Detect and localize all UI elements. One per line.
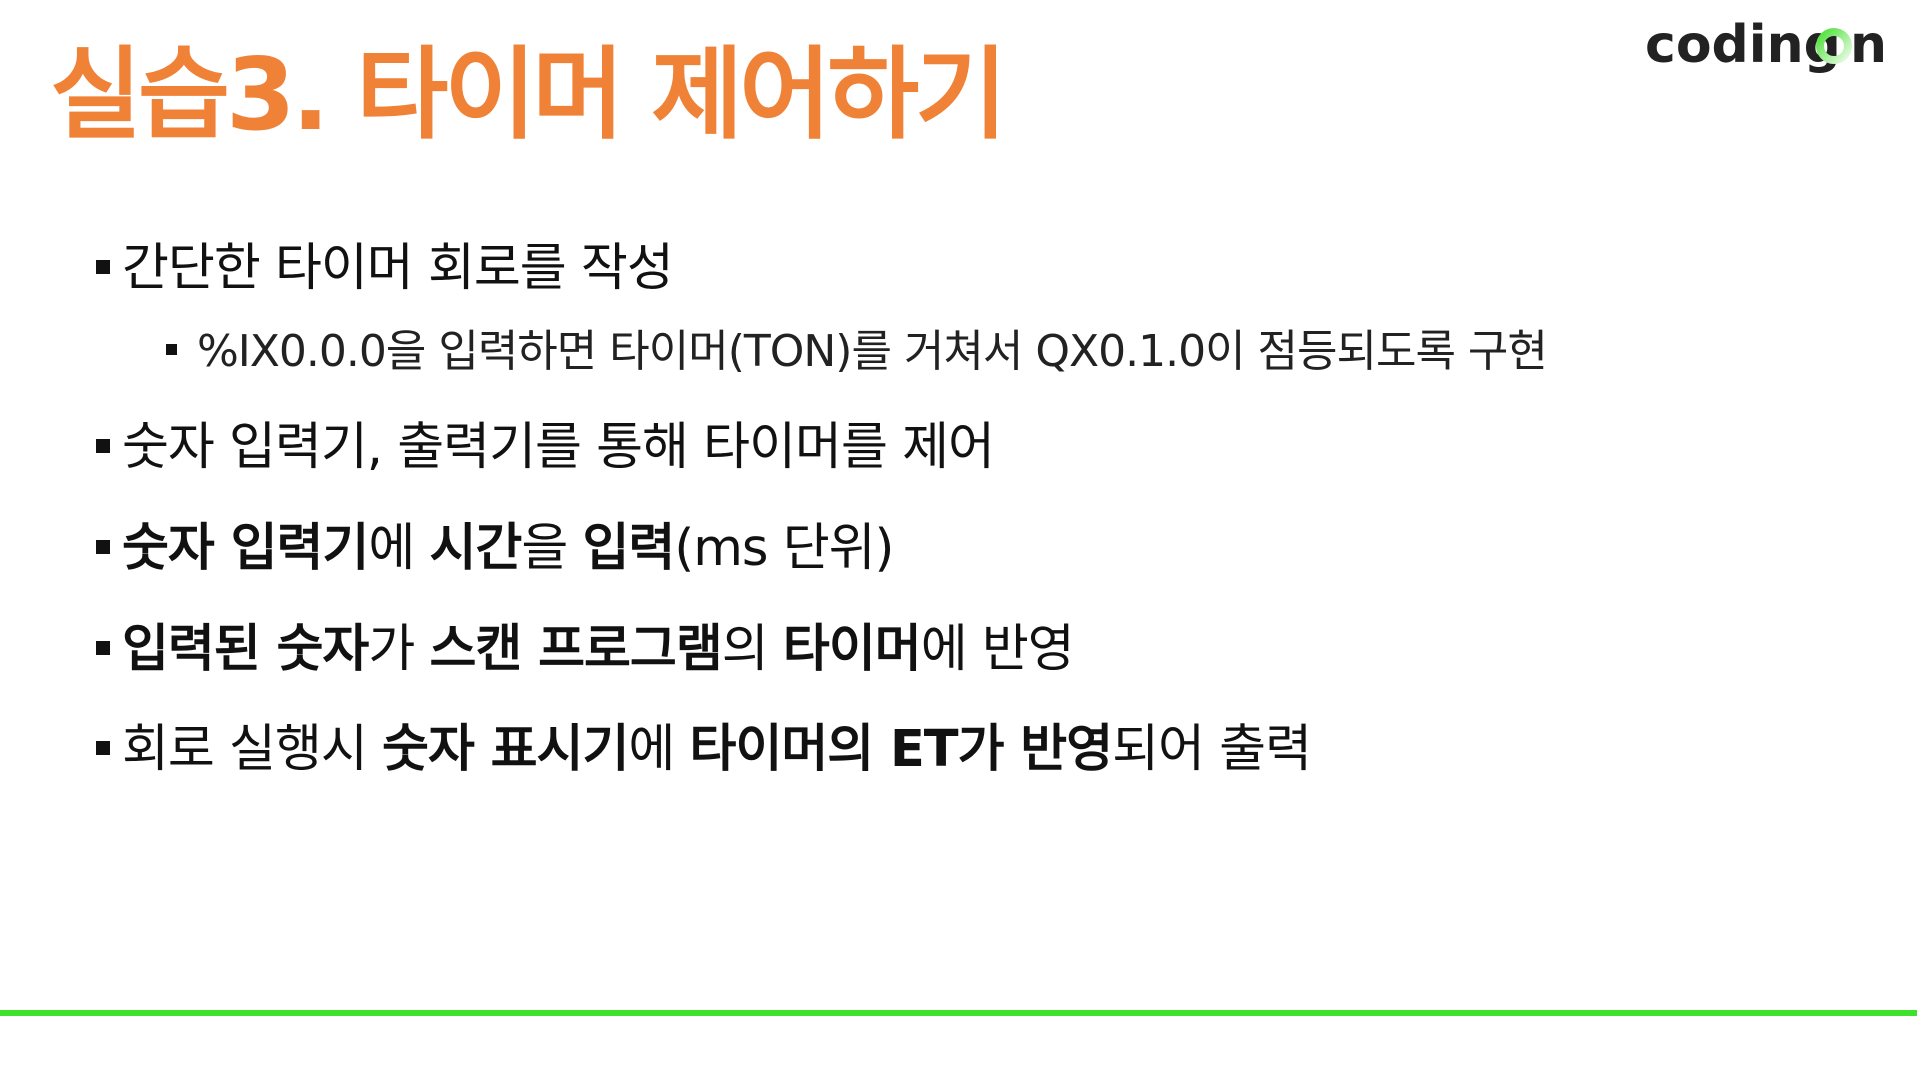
bullet-1-text: 간단한 타이머 회로를 작성 xyxy=(122,239,674,298)
bullet-marker xyxy=(96,540,110,554)
bullet-marker xyxy=(96,260,110,274)
bullet-marker xyxy=(96,439,110,453)
bullet-list: 간단한 타이머 회로를 작성 %IX0.0.0을 입력하면 타이머(TON)를 … xyxy=(0,0,1917,1000)
bullet-3-normal-3: (ms 단위) xyxy=(674,519,894,578)
bullet-2: 숫자 입력기, 출력기를 통해 타이머를 제어 xyxy=(96,405,995,479)
bullet-5-bold-1: 숫자 표시기 xyxy=(382,720,629,779)
bullet-5-bold-2: 타이머의 ET가 반영 xyxy=(689,720,1114,779)
bullet-5-normal-3: 되어 출력 xyxy=(1112,720,1312,779)
bullet-4-bold-2: 스캔 프로그램 xyxy=(429,620,723,679)
bullet-2-text: 숫자 입력기, 출력기를 통해 타이머를 제어 xyxy=(122,418,995,477)
bullet-marker xyxy=(96,641,110,655)
bullet-4-normal-3: 에 반영 xyxy=(920,620,1075,679)
sub-bullet-1-1: %IX0.0.0을 입력하면 타이머(TON)를 거쳐서 QX0.1.0이 점등… xyxy=(166,315,1548,379)
bullet-5-normal-2: 에 xyxy=(628,720,690,779)
bullet-5: 회로 실행시 숫자 표시기에 타이머의 ET가 반영되어 출력 xyxy=(96,707,1312,781)
bullet-3-bold-3: 입력 xyxy=(582,519,675,578)
bullet-3: 숫자 입력기에 시간을 입력(ms 단위) xyxy=(96,506,894,580)
bullet-4-normal-2: 의 xyxy=(721,620,783,679)
bullet-1: 간단한 타이머 회로를 작성 xyxy=(96,226,674,300)
bullet-marker xyxy=(96,741,110,755)
bullet-3-bold-2: 시간 xyxy=(429,519,523,578)
footer-divider xyxy=(0,1010,1917,1016)
sub-bullet-1-1-text: %IX0.0.0을 입력하면 타이머(TON)를 거쳐서 QX0.1.0이 점등… xyxy=(197,326,1548,377)
bullet-5-normal-1: 회로 실행시 xyxy=(122,720,383,779)
bullet-3-bold-1: 숫자 입력기 xyxy=(122,519,369,578)
bullet-4-bold-3: 타이머 xyxy=(782,620,922,679)
bullet-4-normal-1: 가 xyxy=(368,620,430,679)
bullet-3-normal-2: 을 xyxy=(521,519,583,578)
bullet-4: 입력된 숫자가 스캔 프로그램의 타이머에 반영 xyxy=(96,607,1075,681)
sub-bullet-marker xyxy=(166,343,177,355)
bullet-4-bold-1: 입력된 숫자 xyxy=(122,620,369,679)
bullet-3-normal-1: 에 xyxy=(368,519,430,578)
